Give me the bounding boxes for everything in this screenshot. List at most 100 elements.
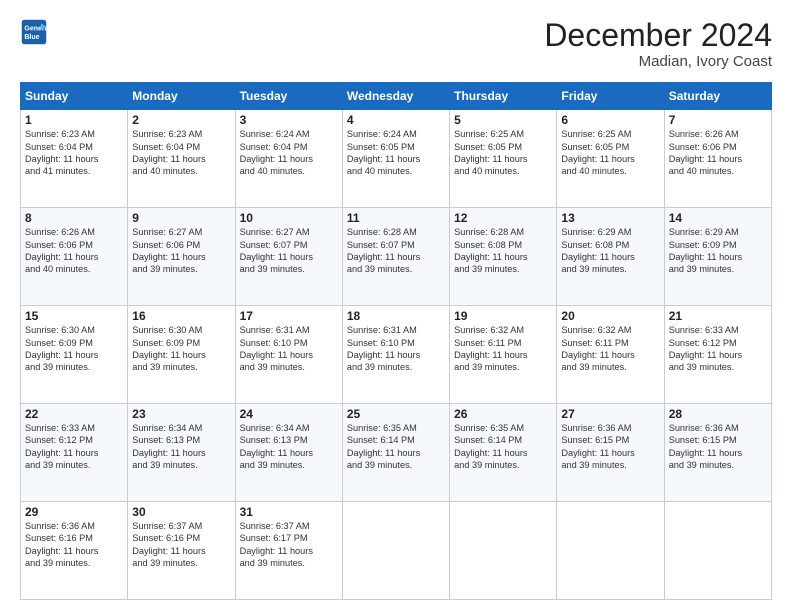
day-number: 10 xyxy=(240,211,338,225)
cell-text: Sunrise: 6:25 AMSunset: 6:05 PMDaylight:… xyxy=(454,128,552,178)
page: General Blue December 2024 Madian, Ivory… xyxy=(0,0,792,612)
calendar-cell: 19Sunrise: 6:32 AMSunset: 6:11 PMDayligh… xyxy=(450,306,557,404)
calendar-cell: 30Sunrise: 6:37 AMSunset: 6:16 PMDayligh… xyxy=(128,502,235,600)
calendar-cell: 6Sunrise: 6:25 AMSunset: 6:05 PMDaylight… xyxy=(557,110,664,208)
cell-text: Sunrise: 6:32 AMSunset: 6:11 PMDaylight:… xyxy=(561,324,659,374)
day-number: 1 xyxy=(25,113,123,127)
cell-text: Sunrise: 6:28 AMSunset: 6:08 PMDaylight:… xyxy=(454,226,552,276)
day-number: 30 xyxy=(132,505,230,519)
logo-icon: General Blue xyxy=(20,18,48,46)
calendar-cell: 2Sunrise: 6:23 AMSunset: 6:04 PMDaylight… xyxy=(128,110,235,208)
calendar-cell: 9Sunrise: 6:27 AMSunset: 6:06 PMDaylight… xyxy=(128,208,235,306)
cell-text: Sunrise: 6:23 AMSunset: 6:04 PMDaylight:… xyxy=(25,128,123,178)
calendar-cell: 21Sunrise: 6:33 AMSunset: 6:12 PMDayligh… xyxy=(664,306,771,404)
header-saturday: Saturday xyxy=(664,83,771,110)
calendar-body: 1Sunrise: 6:23 AMSunset: 6:04 PMDaylight… xyxy=(21,110,772,600)
calendar-cell: 12Sunrise: 6:28 AMSunset: 6:08 PMDayligh… xyxy=(450,208,557,306)
day-number: 31 xyxy=(240,505,338,519)
logo: General Blue xyxy=(20,18,48,46)
cell-text: Sunrise: 6:26 AMSunset: 6:06 PMDaylight:… xyxy=(669,128,767,178)
cell-text: Sunrise: 6:31 AMSunset: 6:10 PMDaylight:… xyxy=(347,324,445,374)
calendar-cell: 29Sunrise: 6:36 AMSunset: 6:16 PMDayligh… xyxy=(21,502,128,600)
day-number: 5 xyxy=(454,113,552,127)
day-number: 28 xyxy=(669,407,767,421)
calendar-cell: 13Sunrise: 6:29 AMSunset: 6:08 PMDayligh… xyxy=(557,208,664,306)
day-number: 29 xyxy=(25,505,123,519)
calendar-cell: 14Sunrise: 6:29 AMSunset: 6:09 PMDayligh… xyxy=(664,208,771,306)
calendar-cell: 25Sunrise: 6:35 AMSunset: 6:14 PMDayligh… xyxy=(342,404,449,502)
cell-text: Sunrise: 6:26 AMSunset: 6:06 PMDaylight:… xyxy=(25,226,123,276)
calendar-cell: 8Sunrise: 6:26 AMSunset: 6:06 PMDaylight… xyxy=(21,208,128,306)
cell-text: Sunrise: 6:30 AMSunset: 6:09 PMDaylight:… xyxy=(132,324,230,374)
main-title: December 2024 xyxy=(544,18,772,53)
cell-text: Sunrise: 6:29 AMSunset: 6:08 PMDaylight:… xyxy=(561,226,659,276)
day-number: 11 xyxy=(347,211,445,225)
cell-text: Sunrise: 6:37 AMSunset: 6:17 PMDaylight:… xyxy=(240,520,338,570)
cell-text: Sunrise: 6:32 AMSunset: 6:11 PMDaylight:… xyxy=(454,324,552,374)
day-number: 9 xyxy=(132,211,230,225)
calendar-cell: 20Sunrise: 6:32 AMSunset: 6:11 PMDayligh… xyxy=(557,306,664,404)
calendar-cell: 7Sunrise: 6:26 AMSunset: 6:06 PMDaylight… xyxy=(664,110,771,208)
day-number: 4 xyxy=(347,113,445,127)
calendar-cell: 27Sunrise: 6:36 AMSunset: 6:15 PMDayligh… xyxy=(557,404,664,502)
calendar-week-3: 15 Sunrise: 6:30 AMSunset: 6:09 PMDayligh… xyxy=(21,306,772,404)
day-number: 2 xyxy=(132,113,230,127)
day-number: 13 xyxy=(561,211,659,225)
cell-text: Sunrise: 6:23 AMSunset: 6:04 PMDaylight:… xyxy=(132,128,230,178)
cell-text: Sunrise: 6:34 AMSunset: 6:13 PMDaylight:… xyxy=(132,422,230,472)
calendar-cell: 26Sunrise: 6:35 AMSunset: 6:14 PMDayligh… xyxy=(450,404,557,502)
calendar-week-1: 1Sunrise: 6:23 AMSunset: 6:04 PMDaylight… xyxy=(21,110,772,208)
day-number: 23 xyxy=(132,407,230,421)
calendar-cell: 28Sunrise: 6:36 AMSunset: 6:15 PMDayligh… xyxy=(664,404,771,502)
calendar-cell: 22Sunrise: 6:33 AMSunset: 6:12 PMDayligh… xyxy=(21,404,128,502)
day-number: 16 xyxy=(132,309,230,323)
calendar-cell: 24Sunrise: 6:34 AMSunset: 6:13 PMDayligh… xyxy=(235,404,342,502)
day-number: 27 xyxy=(561,407,659,421)
calendar-cell: 17Sunrise: 6:31 AMSunset: 6:10 PMDayligh… xyxy=(235,306,342,404)
day-number: 7 xyxy=(669,113,767,127)
cell-text: Sunrise: 6:37 AMSunset: 6:16 PMDaylight:… xyxy=(132,520,230,570)
cell-text: Sunrise: 6:33 AMSunset: 6:12 PMDaylight:… xyxy=(669,324,767,374)
calendar-cell: 1Sunrise: 6:23 AMSunset: 6:04 PMDaylight… xyxy=(21,110,128,208)
calendar-header-row: SundayMondayTuesdayWednesdayThursdayFrid… xyxy=(21,83,772,110)
calendar-cell xyxy=(557,502,664,600)
calendar-cell xyxy=(664,502,771,600)
day-number: 15 xyxy=(25,309,123,323)
day-number: 24 xyxy=(240,407,338,421)
calendar-cell: 10Sunrise: 6:27 AMSunset: 6:07 PMDayligh… xyxy=(235,208,342,306)
calendar-cell: 18Sunrise: 6:31 AMSunset: 6:10 PMDayligh… xyxy=(342,306,449,404)
cell-text: Sunrise: 6:25 AMSunset: 6:05 PMDaylight:… xyxy=(561,128,659,178)
cell-text: Sunrise: 6:27 AMSunset: 6:06 PMDaylight:… xyxy=(132,226,230,276)
cell-text: Sunrise: 6:36 AMSunset: 6:15 PMDaylight:… xyxy=(669,422,767,472)
subtitle: Madian, Ivory Coast xyxy=(544,53,772,70)
cell-text: Sunrise: 6:24 AMSunset: 6:04 PMDaylight:… xyxy=(240,128,338,178)
calendar-cell: 5Sunrise: 6:25 AMSunset: 6:05 PMDaylight… xyxy=(450,110,557,208)
cell-text: Sunrise: 6:36 AMSunset: 6:15 PMDaylight:… xyxy=(561,422,659,472)
calendar-cell xyxy=(450,502,557,600)
cell-text: Sunrise: 6:35 AMSunset: 6:14 PMDaylight:… xyxy=(454,422,552,472)
cell-text: Sunrise: 6:29 AMSunset: 6:09 PMDaylight:… xyxy=(669,226,767,276)
day-number: 3 xyxy=(240,113,338,127)
day-number: 25 xyxy=(347,407,445,421)
day-number: 19 xyxy=(454,309,552,323)
day-number: 18 xyxy=(347,309,445,323)
day-number: 20 xyxy=(561,309,659,323)
cell-text: Sunrise: 6:31 AMSunset: 6:10 PMDaylight:… xyxy=(240,324,338,374)
header-friday: Friday xyxy=(557,83,664,110)
cell-text: Sunrise: 6:36 AMSunset: 6:16 PMDaylight:… xyxy=(25,520,123,570)
svg-text:Blue: Blue xyxy=(24,34,39,41)
calendar-cell: 16Sunrise: 6:30 AMSunset: 6:09 PMDayligh… xyxy=(128,306,235,404)
calendar-week-5: 29Sunrise: 6:36 AMSunset: 6:16 PMDayligh… xyxy=(21,502,772,600)
header-wednesday: Wednesday xyxy=(342,83,449,110)
day-number: 12 xyxy=(454,211,552,225)
calendar-cell: 11Sunrise: 6:28 AMSunset: 6:07 PMDayligh… xyxy=(342,208,449,306)
calendar-cell: 31Sunrise: 6:37 AMSunset: 6:17 PMDayligh… xyxy=(235,502,342,600)
calendar-cell: 4Sunrise: 6:24 AMSunset: 6:05 PMDaylight… xyxy=(342,110,449,208)
title-section: December 2024 Madian, Ivory Coast xyxy=(544,18,772,70)
cell-text: Sunrise: 6:35 AMSunset: 6:14 PMDaylight:… xyxy=(347,422,445,472)
cell-text: Sunrise: 6:33 AMSunset: 6:12 PMDaylight:… xyxy=(25,422,123,472)
day-number: 14 xyxy=(669,211,767,225)
day-number: 26 xyxy=(454,407,552,421)
header-thursday: Thursday xyxy=(450,83,557,110)
calendar-table: SundayMondayTuesdayWednesdayThursdayFrid… xyxy=(20,82,772,600)
